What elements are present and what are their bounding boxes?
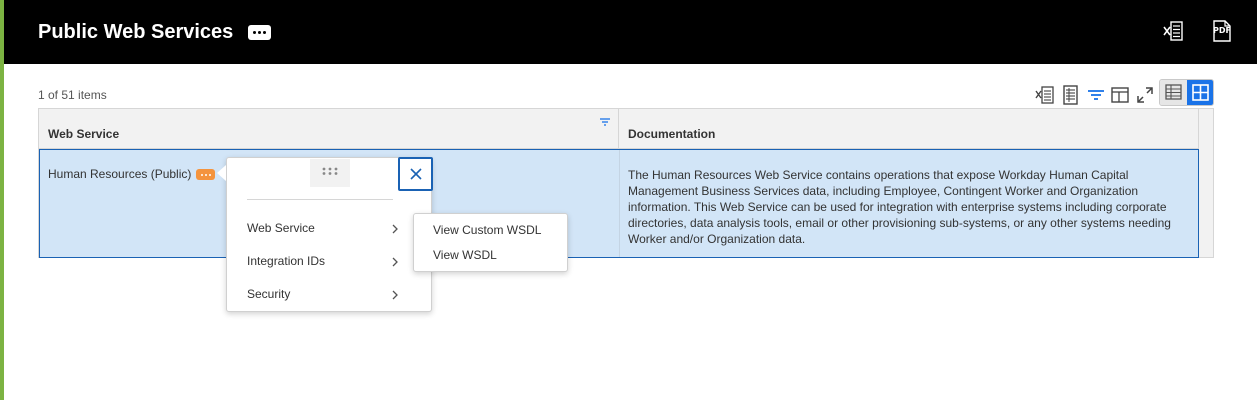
excel-export-icon[interactable] <box>1162 19 1186 43</box>
drag-handle-icon[interactable] <box>310 159 350 187</box>
menu-item-label: Integration IDs <box>247 254 326 268</box>
close-button[interactable] <box>398 157 433 191</box>
related-actions-popup: Web Service Integration IDs Security <box>226 157 433 312</box>
column-header-label: Web Service <box>48 127 120 141</box>
filter-icon[interactable] <box>1085 84 1107 106</box>
menu-item-security[interactable]: Security <box>247 287 399 307</box>
chevron-right-icon <box>392 290 398 300</box>
grid-view-icon[interactable] <box>1187 80 1213 105</box>
web-service-cell[interactable]: Human Resources (Public) <box>48 167 191 181</box>
column-filter-icon[interactable] <box>599 116 611 126</box>
pdf-export-icon[interactable]: PDF <box>1210 19 1234 43</box>
view-toggle <box>1159 79 1214 106</box>
page-title: Public Web Services <box>38 20 234 43</box>
worksheet-icon[interactable] <box>1060 84 1082 106</box>
chevron-right-icon <box>392 224 398 234</box>
submenu-item-view-custom-wsdl[interactable]: View Custom WSDL <box>433 223 541 237</box>
menu-item-integration-ids[interactable]: Integration IDs <box>247 254 399 274</box>
related-actions-icon[interactable] <box>196 169 215 180</box>
web-service-submenu: View Custom WSDL View WSDL <box>413 213 568 272</box>
close-icon <box>409 168 422 180</box>
popup-separator <box>247 199 393 200</box>
column-layout-icon[interactable] <box>1109 84 1131 106</box>
column-header-web-service[interactable]: Web Service <box>39 109 619 149</box>
documentation-cell: The Human Resources Web Service contains… <box>628 168 1171 246</box>
menu-item-label: Security <box>247 287 291 301</box>
table-view-icon[interactable] <box>1160 80 1187 105</box>
menu-item-web-service[interactable]: Web Service <box>247 221 399 241</box>
vertical-scrollbar[interactable] <box>1199 109 1213 257</box>
popup-pointer <box>217 165 226 181</box>
pdf-label: PDF <box>1213 26 1231 35</box>
column-header-label: Documentation <box>628 127 716 141</box>
table-row[interactable]: Human Resources (Public) The Human Resou… <box>39 149 1199 258</box>
cell-divider <box>619 150 620 257</box>
fullscreen-icon[interactable] <box>1134 84 1156 106</box>
menu-item-label: Web Service <box>247 221 315 235</box>
column-header-documentation[interactable]: Documentation <box>619 109 1199 149</box>
submenu-item-view-wsdl[interactable]: View WSDL <box>433 248 497 262</box>
web-services-grid: Web Service Documentation Human Resource… <box>38 108 1214 258</box>
item-count: 1 of 51 items <box>38 88 107 102</box>
chevron-right-icon <box>392 257 398 267</box>
excel-export-icon[interactable] <box>1034 84 1056 106</box>
page-header: Public Web Services PDF <box>4 0 1257 64</box>
ellipsis-icon[interactable] <box>248 24 272 40</box>
